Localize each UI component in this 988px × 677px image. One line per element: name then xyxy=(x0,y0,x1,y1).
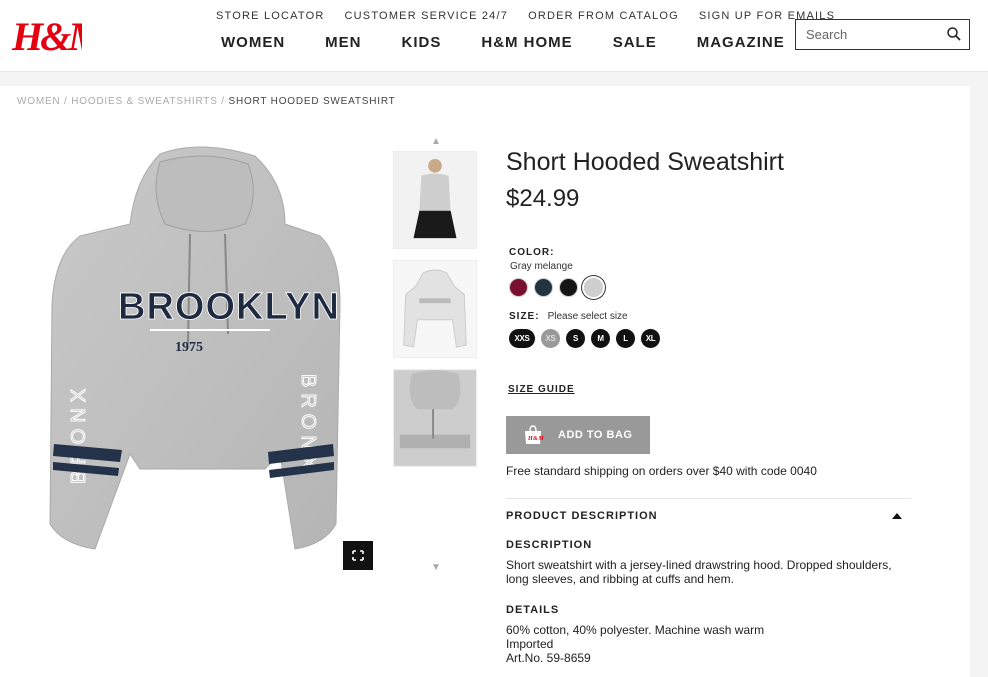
details-line: 60% cotton, 40% polyester. Machine wash … xyxy=(506,623,765,637)
size-selector: SIZE: Please select size XXS XS S M L XL xyxy=(509,311,911,348)
details-line: Imported xyxy=(506,637,554,651)
product-info: Short Hooded Sweatshirt $24.99 COLOR: Gr… xyxy=(506,148,911,665)
swatch-black[interactable] xyxy=(559,278,578,297)
nav-men[interactable]: MEN xyxy=(325,34,361,51)
color-label: COLOR: xyxy=(509,247,555,258)
size-l[interactable]: L xyxy=(616,329,635,348)
swatch-burgundy[interactable] xyxy=(509,278,528,297)
site-header: H&M STORE LOCATOR CUSTOMER SERVICE 24/7 … xyxy=(0,0,988,72)
add-to-bag-button[interactable]: H&M ADD TO BAG xyxy=(506,416,650,454)
main-nav: WOMEN MEN KIDS H&M HOME SALE MAGAZINE xyxy=(221,34,785,51)
util-link-store-locator[interactable]: STORE LOCATOR xyxy=(216,10,325,22)
add-to-bag-label: ADD TO BAG xyxy=(558,429,633,441)
nav-magazine[interactable]: MAGAZINE xyxy=(697,34,785,51)
thumbnail-detail[interactable] xyxy=(393,369,477,467)
hm-logo[interactable]: H&M xyxy=(10,10,82,60)
divider xyxy=(506,498,911,499)
breadcrumb: WOMEN / HOODIES & SWEATSHIRTS / SHORT HO… xyxy=(17,96,396,107)
product-description-heading: PRODUCT DESCRIPTION xyxy=(506,510,658,522)
breadcrumb-current: SHORT HOODED SWEATSHIRT xyxy=(228,96,396,107)
breadcrumb-separator: / xyxy=(221,96,225,107)
expand-icon xyxy=(352,550,364,561)
utility-links: STORE LOCATOR CUSTOMER SERVICE 24/7 ORDE… xyxy=(216,10,835,22)
util-link-order-catalog[interactable]: ORDER FROM CATALOG xyxy=(528,10,679,22)
color-selector: COLOR: Gray melange xyxy=(509,247,911,297)
breadcrumb-hoodies[interactable]: HOODIES & SWEATSHIRTS xyxy=(71,96,217,107)
details-list: 60% cotton, 40% polyester. Machine wash … xyxy=(506,623,906,665)
chevron-up-icon[interactable]: ▲ xyxy=(393,133,479,151)
size-xl[interactable]: XL xyxy=(641,329,660,348)
shipping-note: Free standard shipping on orders over $4… xyxy=(506,464,817,478)
thumbnail-model[interactable] xyxy=(393,151,477,249)
main-product-image[interactable]: BROOKLYN 1975 BRONX BRONX xyxy=(40,144,380,564)
size-xxs[interactable]: XXS xyxy=(509,329,535,348)
color-swatches xyxy=(509,278,911,297)
shopping-bag-icon: H&M xyxy=(525,425,544,444)
color-name: Gray melange xyxy=(510,261,573,272)
product-page: WOMEN / HOODIES & SWEATSHIRTS / SHORT HO… xyxy=(0,86,970,677)
svg-text:H&M: H&M xyxy=(11,14,82,59)
nav-kids[interactable]: KIDS xyxy=(402,34,442,51)
description-heading: DESCRIPTION xyxy=(506,539,593,551)
util-link-customer-service[interactable]: CUSTOMER SERVICE 24/7 xyxy=(345,10,509,22)
description-text: Short sweatshirt with a jersey-lined dra… xyxy=(506,558,892,586)
thumbnail-strip: ▲ xyxy=(393,133,479,478)
print-brooklyn: BROOKLYN xyxy=(118,286,340,328)
size-hint: Please select size xyxy=(547,311,628,322)
size-guide-link[interactable]: SIZE GUIDE xyxy=(508,384,575,395)
zoom-button[interactable] xyxy=(343,541,373,570)
thumbnail-front[interactable] xyxy=(393,260,477,358)
swatch-dark-teal[interactable] xyxy=(534,278,553,297)
size-label: SIZE: xyxy=(509,311,540,322)
search-box xyxy=(795,19,970,50)
breadcrumb-separator: / xyxy=(64,96,68,107)
caret-up-icon xyxy=(892,513,902,519)
product-description-toggle[interactable]: PRODUCT DESCRIPTION xyxy=(506,510,911,522)
search-icon[interactable] xyxy=(946,26,962,42)
product-title: Short Hooded Sweatshirt xyxy=(506,148,784,176)
details-line: Art.No. 59-8659 xyxy=(506,651,591,665)
size-s[interactable]: S xyxy=(566,329,585,348)
details-heading: DETAILS xyxy=(506,604,560,616)
size-xs[interactable]: XS xyxy=(541,329,560,348)
svg-text:H&M: H&M xyxy=(527,436,544,442)
size-m[interactable]: M xyxy=(591,329,610,348)
search-input[interactable] xyxy=(796,20,936,48)
chevron-down-icon[interactable]: ▼ xyxy=(393,562,479,573)
breadcrumb-women[interactable]: WOMEN xyxy=(17,96,60,107)
nav-women[interactable]: WOMEN xyxy=(221,34,285,51)
size-options: XXS XS S M L XL xyxy=(509,329,911,348)
print-year: 1975 xyxy=(175,340,203,355)
product-price: $24.99 xyxy=(506,185,580,212)
swatch-gray-melange[interactable] xyxy=(584,278,603,297)
nav-sale[interactable]: SALE xyxy=(613,34,657,51)
nav-hm-home[interactable]: H&M HOME xyxy=(481,34,572,51)
